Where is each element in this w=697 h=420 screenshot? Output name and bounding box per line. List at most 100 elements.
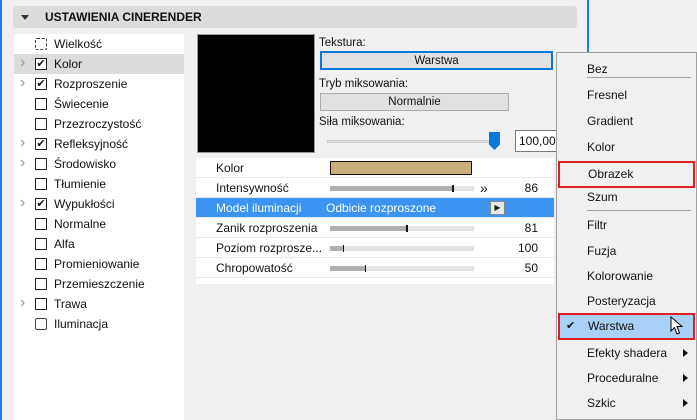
property-row[interactable]: Kolor — [196, 158, 554, 178]
property-row[interactable]: Chropowatość 50 — [196, 258, 554, 278]
slider-fill — [330, 245, 345, 252]
tree-item[interactable]: › ✔ Refleksyjność — [14, 134, 184, 154]
channel-checkbox[interactable] — [35, 98, 47, 110]
menu-item[interactable]: Szkic — [557, 391, 696, 415]
menu-item[interactable]: Gradient — [557, 109, 696, 133]
channel-checkbox[interactable] — [35, 278, 47, 290]
expand-chevron-icon[interactable]: › — [20, 294, 25, 312]
tree-item[interactable]: › Trawa — [14, 294, 184, 314]
menu-item[interactable]: Posteryzacja — [557, 289, 696, 313]
tree-item[interactable]: Przemieszczenie — [14, 274, 184, 294]
tree-item-label: Świecenie — [54, 97, 109, 111]
property-row[interactable]: Poziom rozprosze... 100 — [196, 238, 554, 258]
tree-item[interactable]: Normalne — [14, 214, 184, 234]
property-row[interactable]: Model iluminacji Odbicie rozproszone ▶ — [196, 198, 554, 218]
expand-chevron-icon[interactable]: › — [20, 54, 25, 72]
texture-context-menu: Bez Fresnel Gradient Kolor Obrazek Szum Filtr F… — [556, 52, 697, 420]
channel-checkbox[interactable]: ✔ — [35, 138, 47, 150]
menu-item[interactable]: Szum — [557, 185, 696, 209]
menu-item-label: Bez — [587, 62, 608, 76]
submenu-arrow-icon — [683, 349, 688, 357]
tree-item-label: Trawa — [54, 297, 87, 311]
tree-item-label: Przezroczystość — [54, 117, 142, 131]
tree-item[interactable]: Alfa — [14, 234, 184, 254]
property-value: 50 — [524, 261, 538, 275]
tree-item[interactable]: Tłumienie — [14, 174, 184, 194]
blend-strength-slider[interactable] — [327, 140, 499, 143]
tree-item-label: Alfa — [54, 237, 75, 251]
tree-item[interactable]: Świecenie — [14, 94, 184, 114]
menu-item[interactable]: Obrazek — [558, 161, 695, 188]
tree-item[interactable]: › ✔ Rozproszenie — [14, 74, 184, 94]
channel-checkbox[interactable] — [35, 238, 47, 250]
expand-chevron-icon[interactable]: › — [20, 154, 25, 172]
channel-checkbox[interactable] — [35, 118, 47, 130]
tree-item[interactable]: Wielkość — [14, 34, 184, 54]
menu-item-label: Posteryzacja — [587, 294, 656, 308]
double-chevron-icon[interactable]: » — [480, 178, 488, 198]
tree-item-label: Rozproszenie — [54, 77, 128, 91]
menu-item[interactable]: Efekty shadera — [557, 341, 696, 365]
color-swatch[interactable] — [330, 161, 472, 175]
tree-item-label: Wypukłości — [54, 197, 115, 211]
texture-dropdown[interactable]: Warstwa — [320, 51, 553, 70]
window-border — [587, 0, 589, 60]
collapse-triangle-icon[interactable] — [21, 15, 29, 20]
channel-checkbox[interactable]: ✔ — [35, 198, 47, 210]
tree-item-label: Środowisko — [54, 157, 117, 171]
tree-item[interactable]: › Środowisko — [14, 154, 184, 174]
property-name: Kolor — [216, 161, 245, 175]
menu-item[interactable]: Kolor — [557, 135, 696, 159]
menu-item[interactable]: Kolorowanie — [557, 264, 696, 288]
property-slider[interactable] — [330, 225, 474, 232]
channel-checkbox[interactable]: ✔ — [35, 78, 47, 90]
tree-item[interactable]: › ✔ Kolor — [14, 54, 184, 74]
tree-item[interactable]: Iluminacja — [14, 314, 184, 334]
menu-item-label: Efekty shadera — [587, 346, 668, 360]
slider-thumb[interactable] — [489, 132, 500, 150]
menu-separator — [587, 77, 691, 78]
slider-fill — [330, 265, 366, 272]
channel-checkbox[interactable] — [35, 298, 47, 310]
expand-chevron-icon[interactable]: › — [20, 194, 25, 212]
property-value: 86 — [524, 181, 538, 195]
tree-item-label: Wielkość — [54, 37, 103, 51]
texture-preview — [197, 34, 315, 153]
expand-chevron-icon[interactable]: › — [20, 74, 25, 92]
property-row[interactable]: Zanik rozproszenia 81 — [196, 218, 554, 238]
menu-item[interactable]: Filtr — [557, 213, 696, 237]
menu-item[interactable]: Fuzja — [557, 239, 696, 263]
expand-chevron-icon[interactable]: › — [20, 134, 25, 152]
property-row[interactable]: Intensywność » 86 — [196, 178, 554, 198]
property-slider[interactable] — [330, 245, 474, 252]
menu-item-label: Szkic — [587, 396, 616, 410]
menu-item-label: Proceduralne — [587, 371, 659, 385]
submenu-arrow-button[interactable]: ▶ — [490, 201, 505, 215]
tree-item-label: Tłumienie — [54, 177, 107, 191]
section-header[interactable]: USTAWIENIA CINERENDER — [13, 6, 577, 28]
tree-item[interactable]: Przezroczystość — [14, 114, 184, 134]
tree-item[interactable]: › ✔ Wypukłości — [14, 194, 184, 214]
channel-checkbox[interactable] — [35, 178, 47, 190]
property-name: Model iluminacji — [216, 201, 302, 215]
channel-tree: Wielkość › ✔ Kolor › ✔ Rozproszenie Świecenie Pr… — [14, 34, 184, 420]
menu-item[interactable]: Proceduralne — [557, 366, 696, 390]
tree-item-label: Normalne — [54, 217, 107, 231]
menu-item-label: Szum — [587, 190, 618, 204]
slider-fill — [330, 185, 454, 192]
blend-mode-dropdown[interactable]: Normalnie — [320, 93, 509, 111]
channel-checkbox[interactable]: ✔ — [35, 58, 47, 70]
channel-checkbox[interactable] — [35, 218, 47, 230]
channel-checkbox[interactable] — [35, 258, 47, 270]
menu-item[interactable]: Fresnel — [557, 83, 696, 107]
blend-strength-input[interactable]: 100,00 — [515, 130, 560, 152]
property-slider[interactable] — [330, 265, 474, 272]
channel-checkbox[interactable] — [35, 158, 47, 170]
menu-separator — [587, 210, 691, 211]
size-icon — [35, 38, 47, 50]
blend-mode-label: Tryb miksowania: — [319, 78, 409, 90]
property-slider[interactable] — [330, 185, 474, 192]
tree-item[interactable]: Promieniowanie — [14, 254, 184, 274]
checkmark-icon: ✔ — [566, 320, 576, 332]
property-name: Zanik rozproszenia — [216, 221, 318, 235]
